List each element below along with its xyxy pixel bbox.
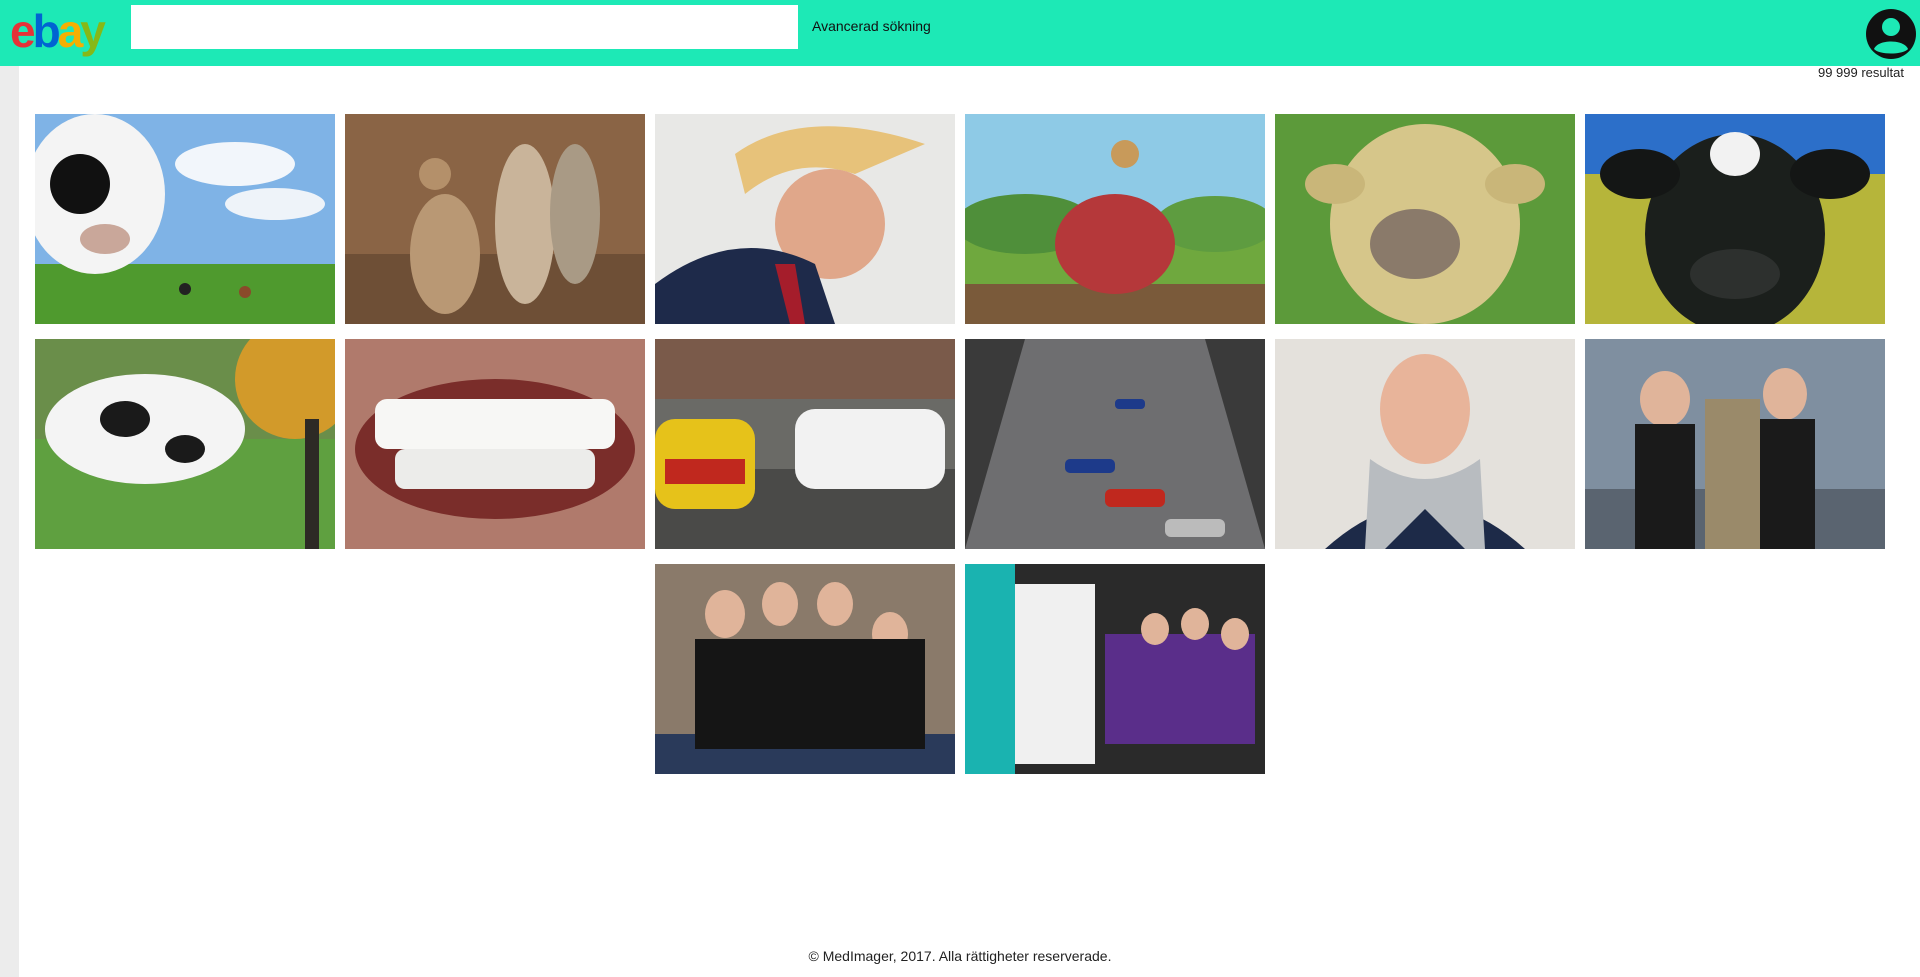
image-tile[interactable] [965,564,1265,774]
result-count: 99 999 resultat [1817,65,1904,80]
image-tile[interactable] [965,339,1265,549]
search-input[interactable] [131,5,798,49]
logo-letter-e: e [10,5,36,57]
account-circle-icon[interactable] [1865,8,1917,60]
image-tile[interactable] [1275,114,1575,324]
image-tile[interactable] [965,114,1265,324]
image-tile[interactable] [655,339,955,549]
image-tile[interactable] [35,114,335,324]
footer-copyright: © MedImager, 2017. Alla rättigheter rese… [808,948,1112,964]
image-tile[interactable] [345,114,645,324]
image-tile[interactable] [655,564,955,774]
left-rail [0,0,19,977]
image-tile[interactable] [35,339,335,549]
image-tile[interactable] [1275,339,1575,549]
image-tile[interactable] [655,114,955,324]
logo-letter-b: b [32,5,61,57]
image-tile[interactable] [1585,114,1885,324]
image-tile[interactable] [345,339,645,549]
top-header: ebay Avancerad sökning [0,0,1920,66]
logo-letter-a: a [57,5,84,57]
image-row [35,339,1885,549]
advanced-search-link[interactable]: Avancerad sökning [812,18,931,34]
image-row [35,114,1885,324]
ebay-logo[interactable]: ebay [10,5,106,57]
image-tile[interactable] [1585,339,1885,549]
logo-letter-y: y [80,5,106,57]
image-row [35,564,1885,774]
